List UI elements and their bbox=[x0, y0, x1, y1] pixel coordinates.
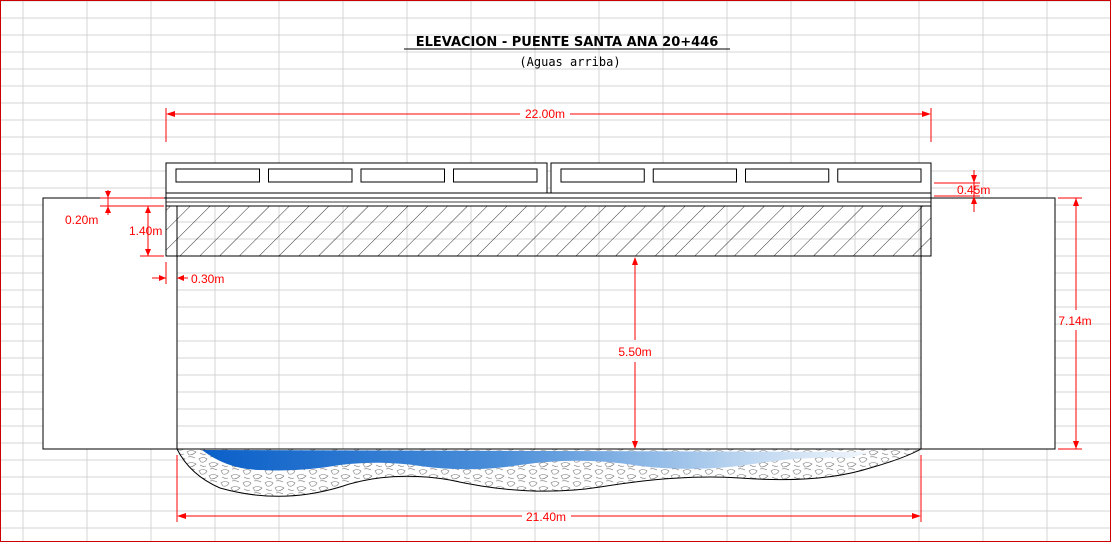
dim-span-label: 21.40m bbox=[526, 510, 566, 524]
railing-opening bbox=[745, 168, 830, 183]
railing-opening bbox=[560, 168, 645, 183]
railing-opening bbox=[652, 168, 737, 183]
dim-deck-length-label: 22.00m bbox=[525, 107, 565, 121]
drawing-title: ELEVACION - PUENTE SANTA ANA 20+446 bbox=[416, 35, 719, 50]
railing-opening bbox=[360, 168, 445, 183]
dim-railing-height-label: 0.45m bbox=[957, 183, 990, 197]
sidewalk-curb bbox=[165, 192, 932, 199]
dim-bearing-offset-label: 0.30m bbox=[191, 272, 224, 286]
dim-beam-depth-label: 1.40m bbox=[129, 224, 162, 238]
bridge-beam bbox=[165, 205, 932, 257]
dim-clearance-label: 5.50m bbox=[618, 345, 651, 359]
right-abutment bbox=[920, 197, 1056, 450]
dim-slab-top-label: 0.20m bbox=[65, 213, 98, 227]
dim-clearance: 5.50m bbox=[618, 257, 652, 449]
railing-opening bbox=[268, 168, 353, 183]
bridge-elevation-drawing: ELEVACION - PUENTE SANTA ANA 20+446 (Agu… bbox=[0, 0, 1111, 542]
railing-opening bbox=[175, 168, 260, 183]
dim-abutment-height: 7.14m bbox=[1058, 197, 1092, 450]
drawing-subtitle: (Aguas arriba) bbox=[519, 55, 620, 69]
dim-abutment-height-label: 7.14m bbox=[1058, 314, 1091, 328]
railing-opening bbox=[453, 168, 538, 183]
railing-opening bbox=[837, 168, 922, 183]
drawing-canvas: ELEVACION - PUENTE SANTA ANA 20+446 (Agu… bbox=[0, 0, 1111, 542]
